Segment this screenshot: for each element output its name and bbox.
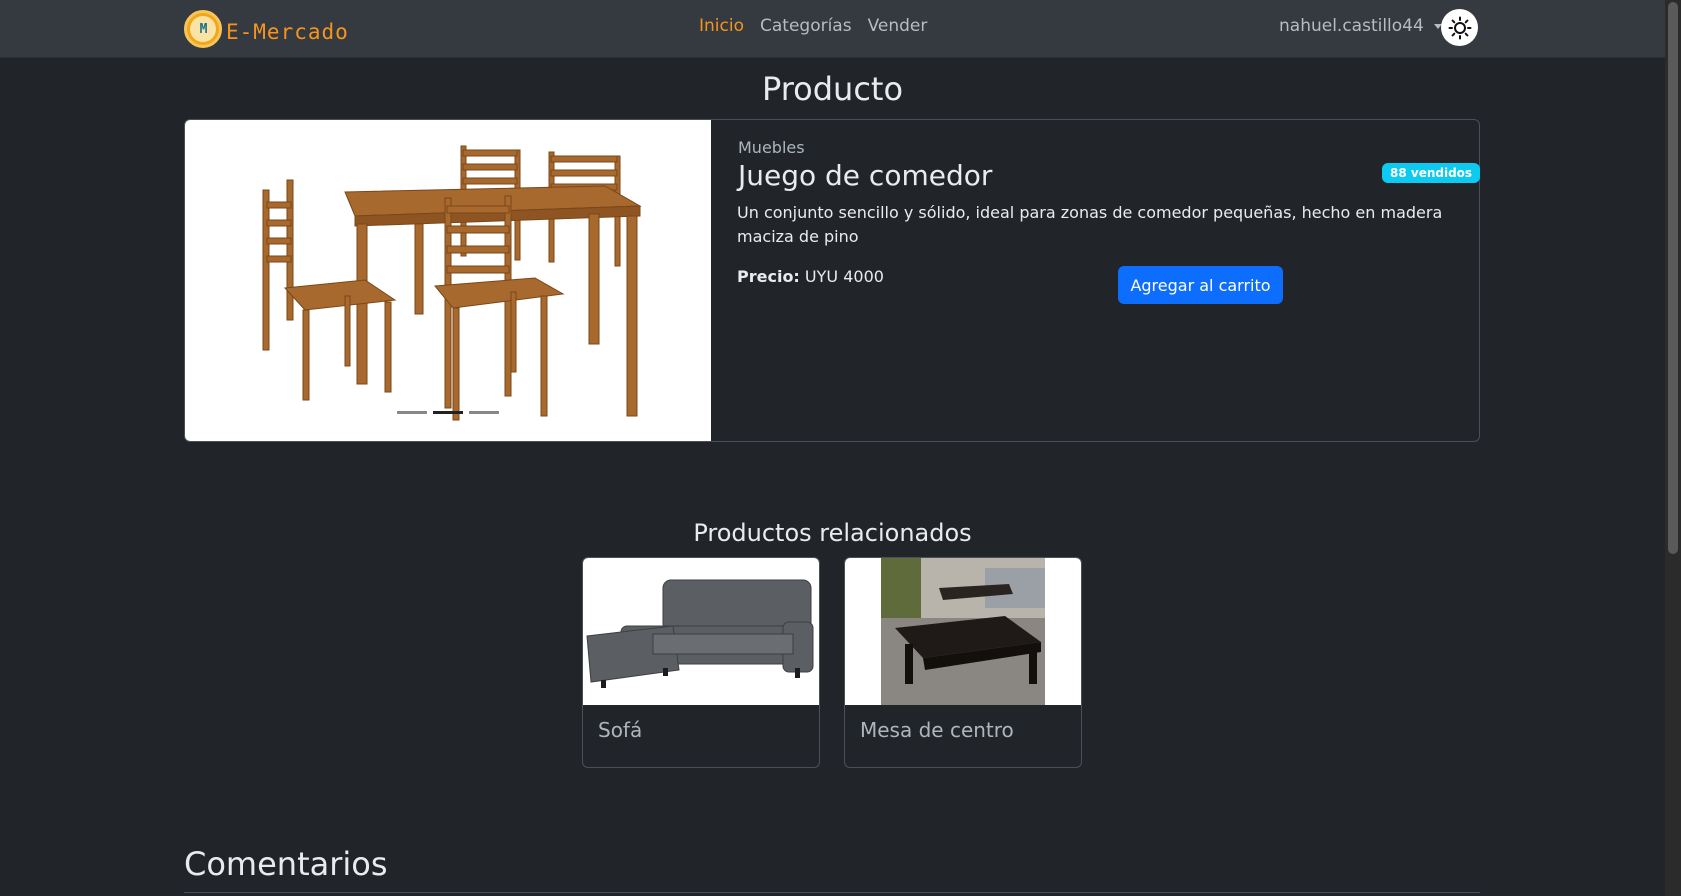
- page-scrollbar[interactable]: [1665, 0, 1681, 896]
- page-title: Producto: [761, 70, 904, 108]
- product-carousel[interactable]: [185, 120, 711, 441]
- product-price: Precio: UYU 4000: [737, 267, 884, 286]
- carousel-indicator-1[interactable]: [397, 411, 427, 414]
- nav-link-inicio[interactable]: Inicio: [699, 16, 744, 36]
- related-products-title: Productos relacionados: [693, 519, 972, 547]
- carousel-indicator-3[interactable]: [469, 411, 499, 414]
- related-product-card[interactable]: Mesa de centro: [844, 557, 1082, 768]
- carousel-indicator-2[interactable]: [433, 411, 463, 414]
- price-value: UYU 4000: [804, 267, 884, 286]
- brand-logo-letters: M: [199, 21, 208, 37]
- coffee-table-illustration: [881, 558, 1045, 705]
- product-description: Un conjunto sencillo y sólido, ideal par…: [737, 203, 1443, 246]
- scrollbar-thumb[interactable]: [1668, 2, 1678, 554]
- nav-link-vender[interactable]: Vender: [868, 16, 928, 36]
- product-category: Muebles: [738, 138, 805, 157]
- user-dropdown[interactable]: nahuel.castillo44: [1279, 16, 1442, 36]
- sofa-image: [583, 558, 819, 705]
- add-to-cart-button[interactable]: Agregar al carrito: [1118, 266, 1283, 304]
- sun-icon: [1448, 16, 1471, 39]
- username: nahuel.castillo44: [1279, 16, 1424, 36]
- brand-logo-icon: M: [184, 10, 222, 48]
- carousel-indicators: [397, 411, 499, 414]
- product-body: Muebles Juego de comedor: [738, 138, 1468, 192]
- related-product-card[interactable]: Sofá: [582, 557, 820, 768]
- comments-divider: [184, 892, 1480, 896]
- sofa-illustration: [586, 579, 814, 688]
- nav-links: Inicio Categorías Vender: [699, 16, 927, 36]
- dining-set-image: [262, 145, 642, 421]
- nav-link-categorias[interactable]: Categorías: [760, 16, 852, 36]
- theme-toggle-button[interactable]: [1441, 9, 1478, 46]
- comments-title: Comentarios: [184, 845, 388, 883]
- related-product-name: Sofá: [598, 718, 643, 742]
- navbar: M E-Mercado Inicio Categorías Vender nah…: [0, 0, 1665, 58]
- related-product-name: Mesa de centro: [860, 718, 1014, 742]
- sold-count-badge: 88 vendidos: [1382, 163, 1481, 183]
- product-name: Juego de comedor: [738, 159, 993, 192]
- brand-text: E-Mercado: [226, 20, 349, 44]
- brand-link[interactable]: M E-Mercado: [184, 8, 349, 50]
- price-label: Precio:: [737, 267, 800, 286]
- coffee-table-image: [845, 558, 1081, 705]
